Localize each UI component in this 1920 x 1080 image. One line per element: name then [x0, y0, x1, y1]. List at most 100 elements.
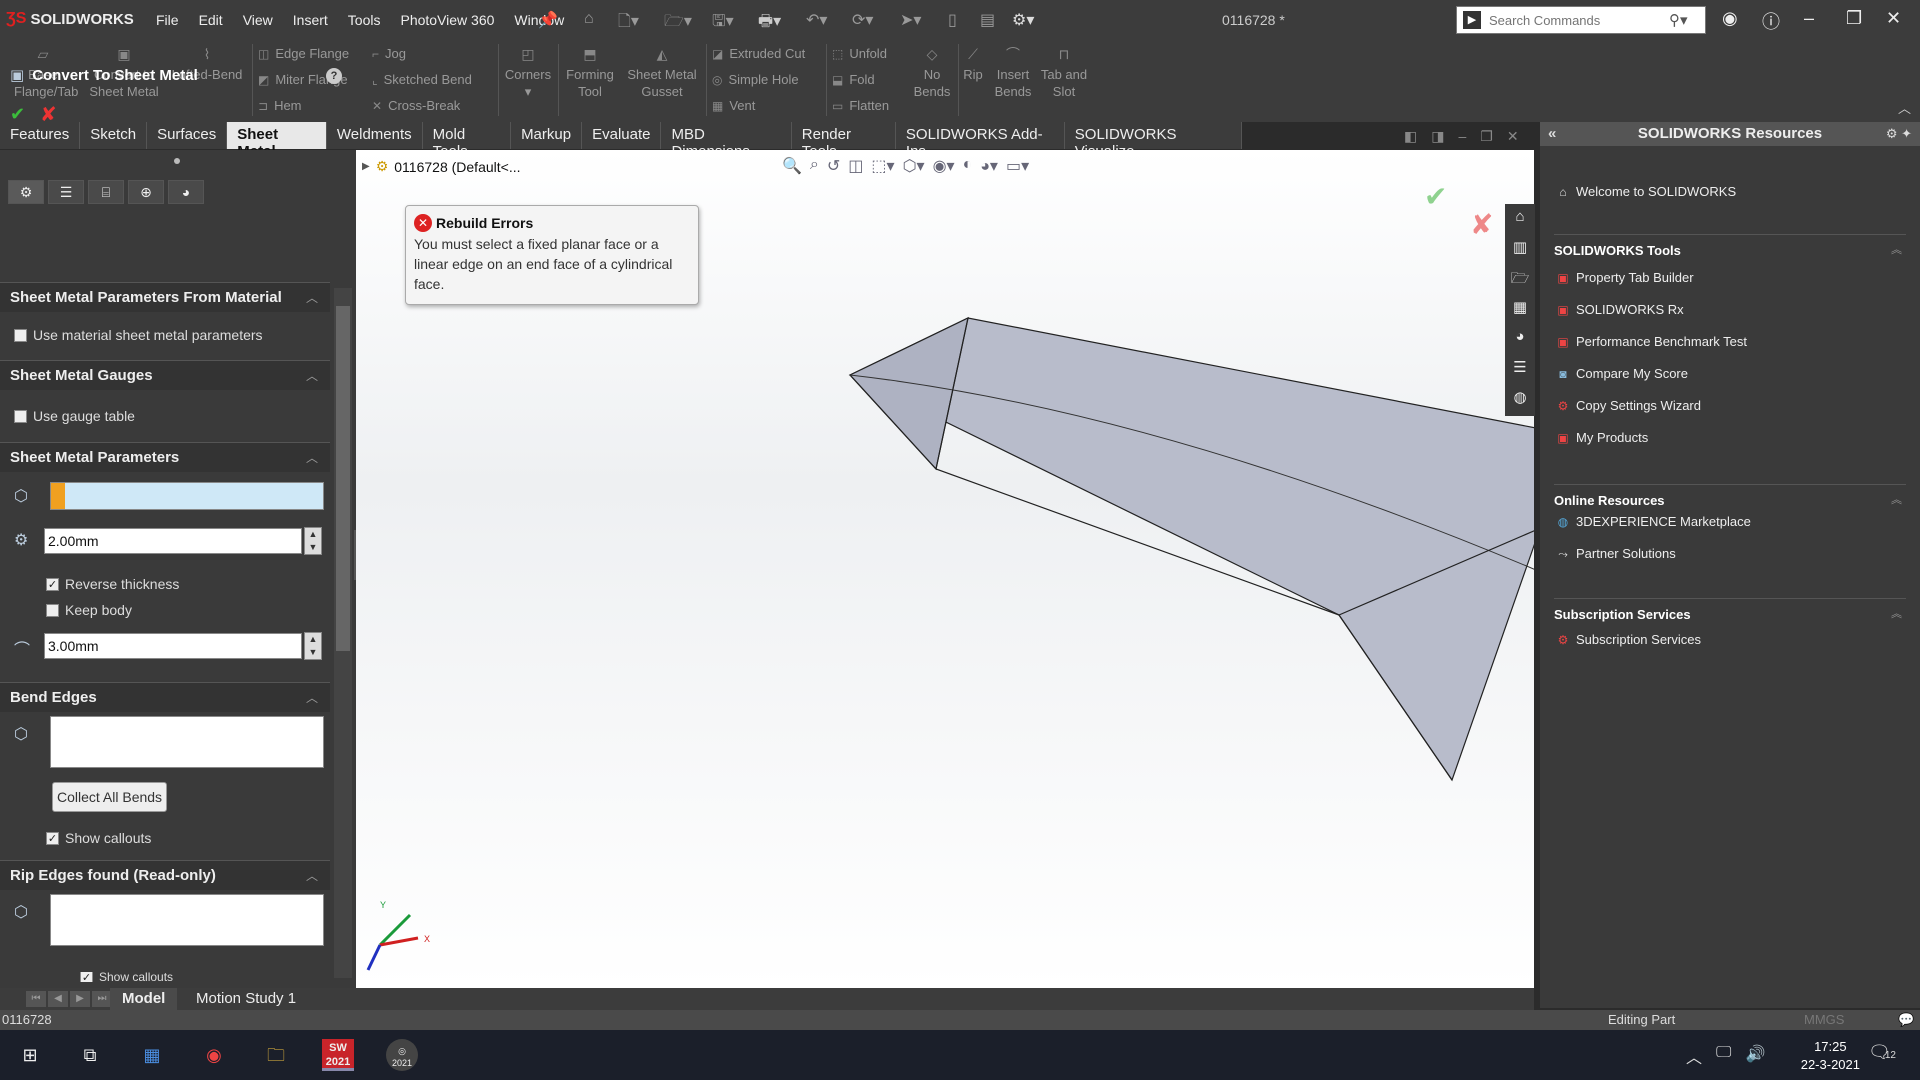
bend-radius-input[interactable] [44, 633, 302, 659]
file-explorer-taskbar-icon[interactable]: 🗀 [260, 1039, 292, 1071]
configuration-manager-tab-icon[interactable]: ⌸ [88, 180, 124, 204]
custom-properties-icon[interactable]: ☰ [1513, 358, 1526, 382]
forum-icon[interactable]: ◍ [1513, 388, 1526, 412]
minimize-icon[interactable]: – [1804, 8, 1814, 29]
simple-hole-button[interactable]: ◎ Simple Hole [712, 72, 799, 87]
search-input[interactable] [1489, 12, 1669, 28]
reverse-thickness-checkbox[interactable]: ✓ Reverse thickness [46, 576, 179, 592]
use-gauge-checkbox[interactable]: Use gauge table [14, 408, 135, 424]
status-chat-icon[interactable]: 💬 [1898, 1012, 1914, 1028]
chevron-up-icon[interactable]: ︿ [306, 289, 318, 306]
appearances-icon[interactable]: ◕ [1515, 328, 1524, 352]
new-icon[interactable]: 🗋▾ [618, 10, 639, 37]
dynamic-annotation-icon[interactable]: ⬚▾ [871, 156, 894, 176]
tab-and-slot-button[interactable]: ⊓ Tab and Slot [1038, 46, 1090, 100]
menu-edit[interactable]: Edit [189, 12, 233, 28]
help-icon[interactable]: ⓘ [1762, 8, 1780, 34]
subscription-services-link[interactable]: ⚙ Subscription Services [1556, 632, 1701, 647]
tab-surfaces[interactable]: Surfaces [147, 122, 228, 149]
last-tab-icon[interactable]: ⏭ [92, 991, 112, 1007]
undo-icon[interactable]: ↶▾ [806, 10, 827, 30]
status-units[interactable]: MMGS [1804, 1012, 1844, 1027]
unfold-button[interactable]: ⬚ Unfold [832, 46, 887, 61]
calculator-icon[interactable]: ▦ [136, 1039, 168, 1071]
tab-addins[interactable]: SOLIDWORKS Add-Ins [896, 122, 1065, 160]
view-palette-icon[interactable]: ▦ [1513, 298, 1527, 322]
edge-flange-button[interactable]: ◫ Edge Flange [258, 46, 349, 61]
menu-tools[interactable]: Tools [338, 12, 391, 28]
my-products-link[interactable]: ▣ My Products [1556, 430, 1648, 445]
confirm-cancel-corner-icon[interactable]: ✘ [1470, 208, 1493, 241]
task-view-icon[interactable]: ⧉ [74, 1039, 106, 1071]
fold-button[interactable]: ⬓ Fold [832, 72, 875, 87]
pm-help-icon[interactable]: ? [326, 68, 342, 84]
pane-settings-icon[interactable]: ⚙ ✦ [1886, 122, 1912, 146]
sheet-metal-gusset-button[interactable]: ◭ Sheet Metal Gusset [622, 46, 702, 100]
save-icon[interactable]: 🖫▾ [712, 10, 734, 37]
previous-view-icon[interactable]: ↺ [827, 156, 840, 176]
flatten-button[interactable]: ▭ Flatten [832, 98, 889, 113]
restore-icon[interactable]: ❐ [1846, 8, 1862, 29]
tab-weldments[interactable]: Weldments [327, 122, 423, 149]
solidworks-taskbar-icon[interactable]: SW 2021 [322, 1039, 354, 1071]
section-rip-edges[interactable]: Rip Edges found (Read-only) ︿ [0, 860, 330, 890]
pm-scrollbar[interactable] [334, 288, 352, 978]
edit-appearance-icon[interactable]: ◕▾ [980, 156, 998, 176]
clock[interactable]: 17:25 22-3-2021 [1801, 1038, 1860, 1074]
menu-photoview[interactable]: PhotoView 360 [390, 12, 504, 28]
marketplace-link[interactable]: ◍ 3DEXPERIENCE Marketplace [1556, 514, 1751, 529]
feature-manager-tab-icon[interactable]: ⚙ [8, 180, 44, 204]
collect-all-bends-button[interactable]: Collect All Bends [52, 782, 168, 812]
menu-view[interactable]: View [233, 12, 283, 28]
home-icon[interactable]: ⌂ [584, 10, 594, 28]
display-style-icon[interactable]: ◉▾ [933, 156, 955, 176]
expand-arrow-icon[interactable]: ▶ [362, 161, 370, 172]
bend-edges-listbox[interactable] [50, 716, 324, 768]
chevron-up-icon[interactable]: ︿ [306, 689, 318, 706]
chevron-up-icon[interactable]: ︿ [306, 867, 318, 884]
first-tab-icon[interactable]: ⏮ [26, 991, 46, 1007]
network-icon[interactable]: 🖵 [1716, 1044, 1731, 1068]
tab-mold-tools[interactable]: Mold Tools [423, 122, 512, 160]
menu-file[interactable]: File [146, 12, 189, 28]
zoom-to-area-icon[interactable]: ⌕ [810, 156, 819, 176]
viewport-restore-icon[interactable]: ❐ [1480, 128, 1493, 145]
chevron-up-icon[interactable]: ︽ [1891, 241, 1902, 257]
next-tab-icon[interactable]: ▶ [70, 991, 90, 1007]
solidworks-rx-link[interactable]: ▣ SOLIDWORKS Rx [1556, 302, 1683, 317]
use-material-checkbox[interactable]: Use material sheet metal parameters [14, 327, 263, 343]
show-callouts-2-checkbox[interactable]: ✓ Show callouts [80, 972, 173, 982]
solidworks-visualize-icon[interactable]: ◎ 2021 [386, 1039, 418, 1071]
jog-button[interactable]: ⌐ Jog [372, 46, 406, 61]
tab-markup[interactable]: Markup [511, 122, 583, 149]
user-icon[interactable]: ◉ [1722, 8, 1738, 29]
hide-show-icon[interactable]: ◐ [963, 156, 973, 176]
volume-icon[interactable]: 🔊 [1745, 1044, 1765, 1068]
notification-icon[interactable]: 🗨12 [1868, 1042, 1896, 1063]
show-callouts-checkbox[interactable]: ✓ Show callouts [46, 830, 151, 846]
close-icon[interactable]: ✕ [1886, 8, 1901, 29]
tab-sheet-metal[interactable]: Sheet Metal [227, 122, 327, 160]
resources-home-icon[interactable]: ⌂ [1515, 208, 1524, 232]
bend-radius-spinner[interactable]: ▲ ▼ [304, 632, 322, 660]
partner-solutions-link[interactable]: ⤳ Partner Solutions [1556, 546, 1676, 561]
panel-grip[interactable] [174, 158, 180, 164]
file-properties-icon[interactable]: ▤ [980, 10, 995, 30]
viewport-minimize-icon[interactable]: – [1458, 128, 1466, 145]
rebuild-icon[interactable]: ⟳▾ [852, 10, 873, 30]
extruded-cut-button[interactable]: ◪ Extruded Cut [712, 46, 805, 61]
fixed-face-selection-box[interactable] [50, 482, 324, 510]
tab-sketch[interactable]: Sketch [80, 122, 148, 149]
sketched-bend-button[interactable]: ⌞ Sketched Bend [372, 72, 472, 87]
section-view-icon[interactable]: ◫ [848, 156, 863, 176]
solidworks-logo[interactable]: ƷS SOLIDWORKS [6, 10, 134, 28]
collapse-ribbon-icon[interactable]: ︿ [1898, 98, 1911, 117]
zoom-to-fit-icon[interactable]: 🔍 [782, 156, 802, 176]
collapse-pane-icon[interactable]: « [1548, 122, 1556, 146]
options-gear-icon[interactable]: ⚙▾ [1012, 10, 1034, 30]
section-params-from-material[interactable]: Sheet Metal Parameters From Material ︿ [0, 282, 330, 312]
tab-motion-study[interactable]: Motion Study 1 [184, 988, 308, 1010]
display-manager-tab-icon[interactable]: ◕ [168, 180, 204, 204]
search-commands[interactable]: ▶ ⚲▾ [1456, 6, 1706, 34]
property-manager-tab-icon[interactable]: ☰ [48, 180, 84, 204]
